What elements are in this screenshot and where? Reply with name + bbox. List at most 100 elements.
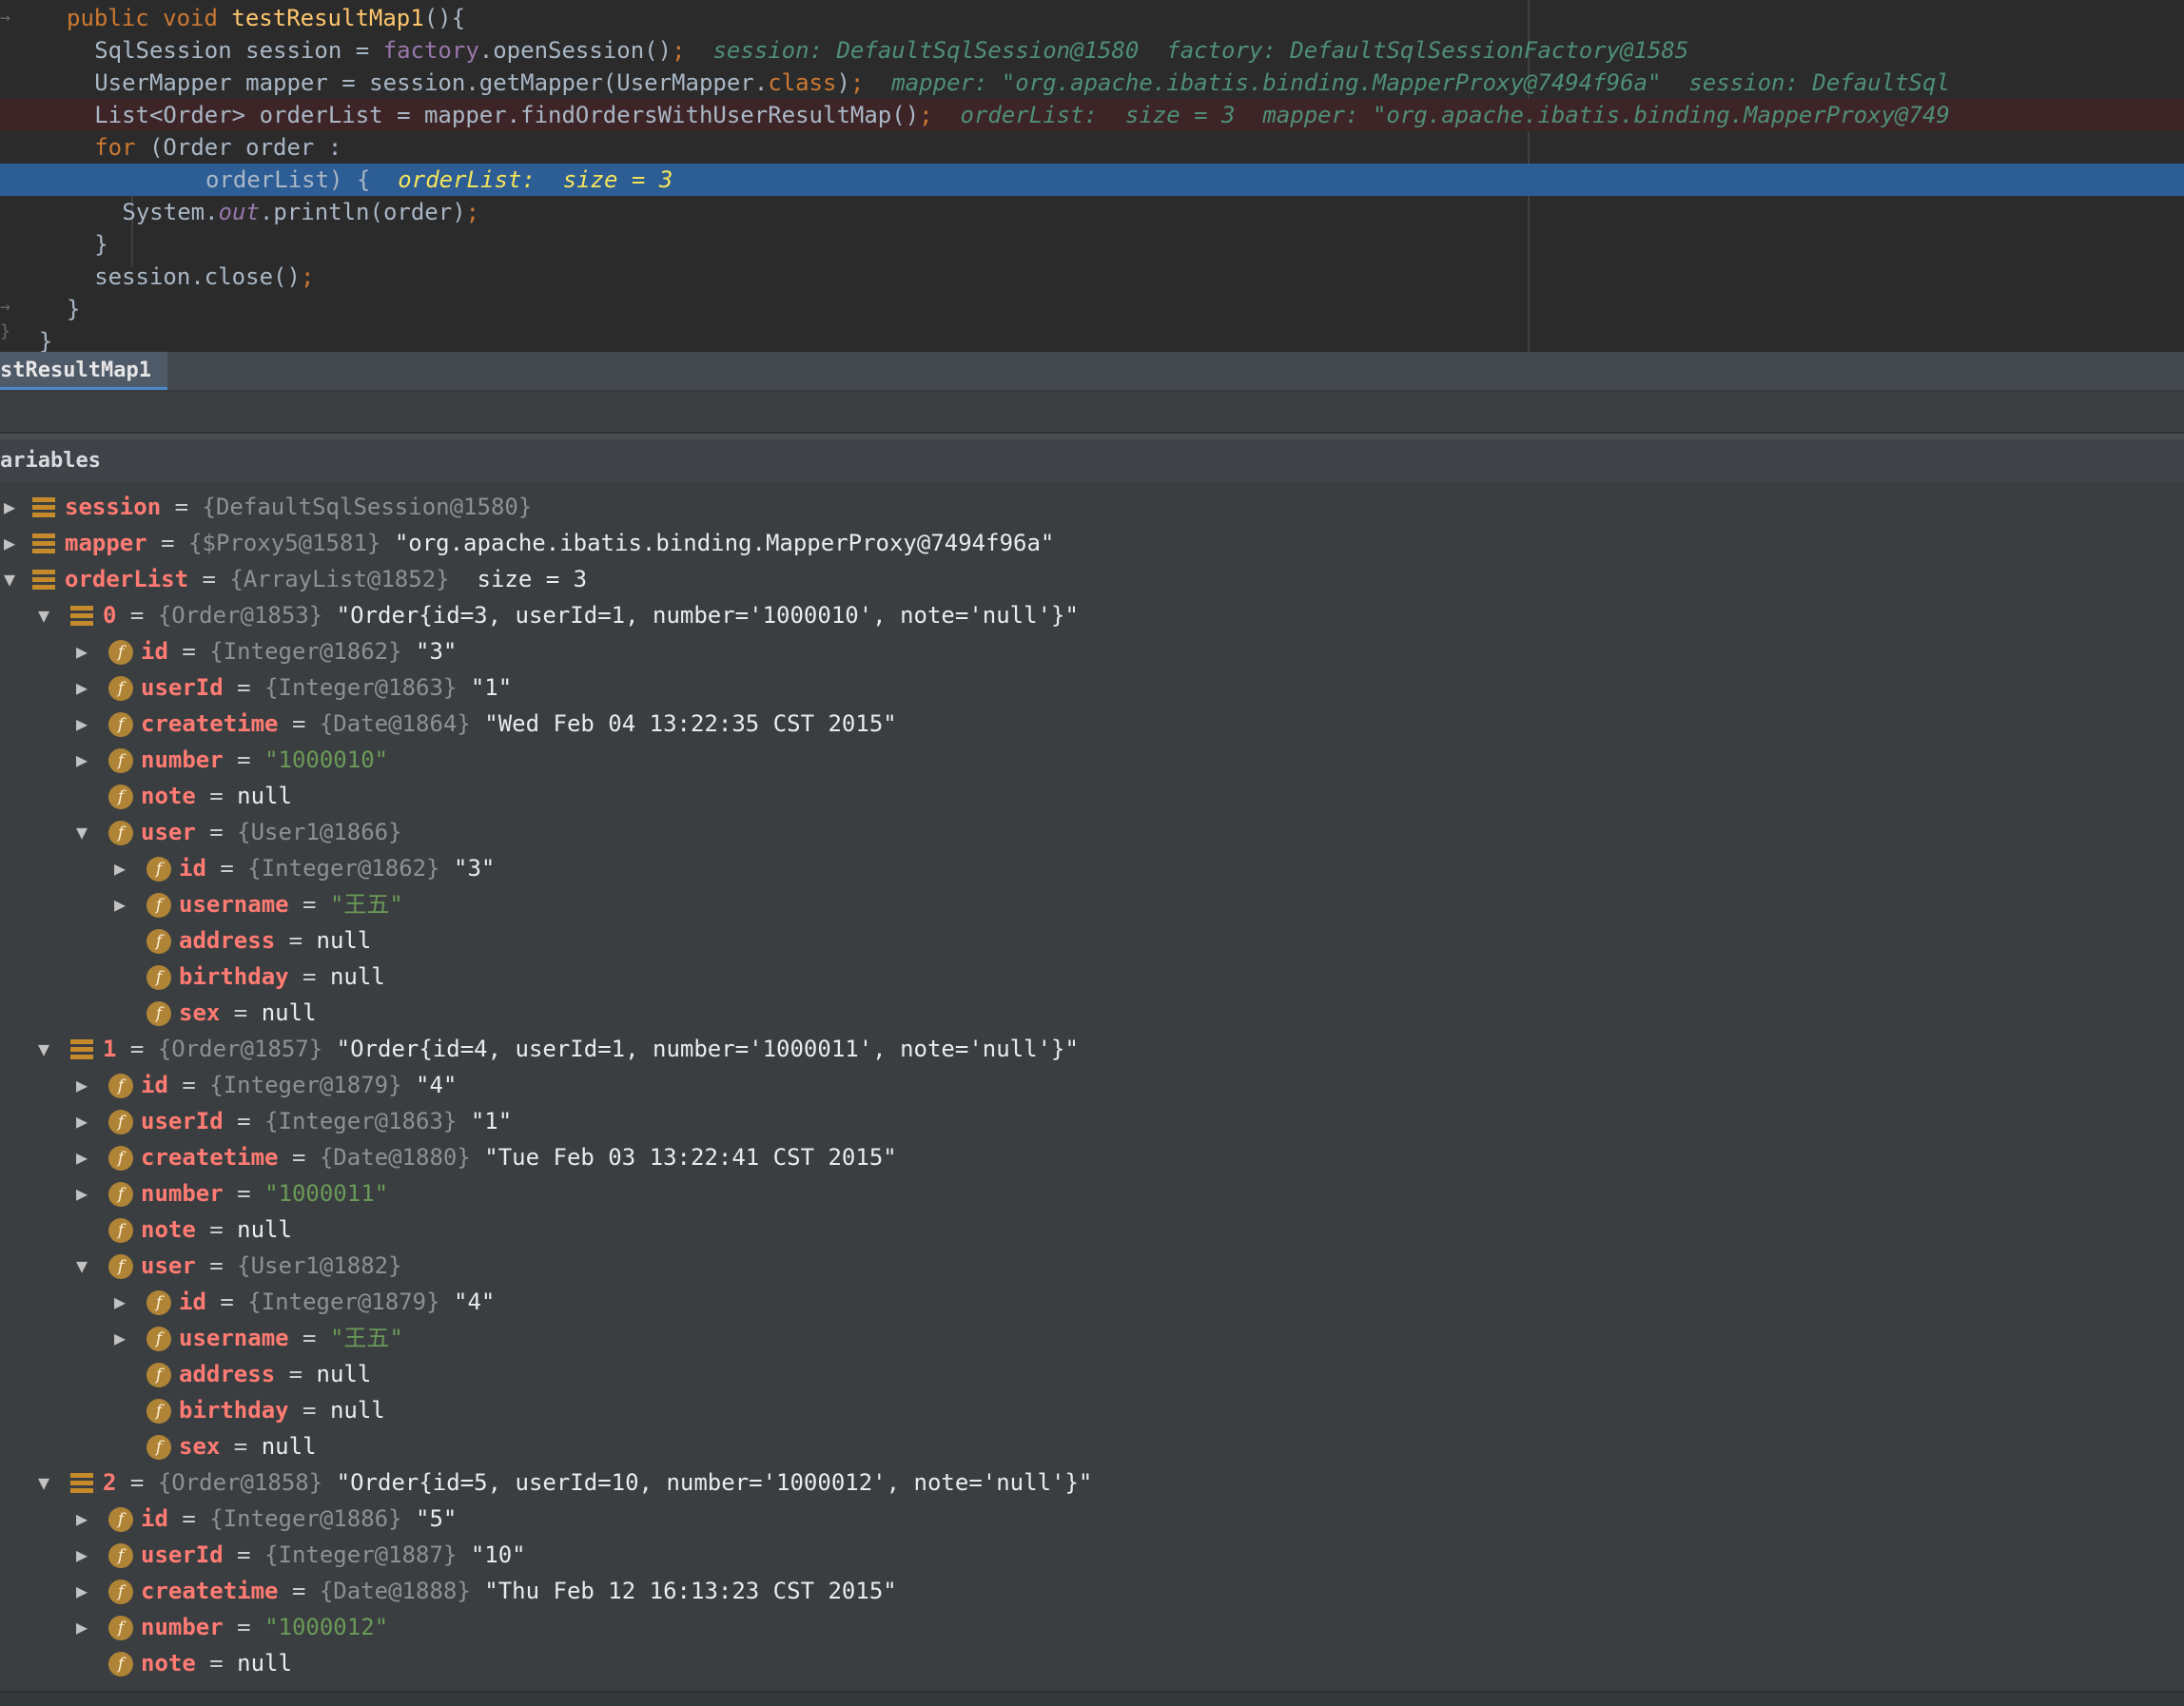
- tree-row[interactable]: ▼ orderList = {ArrayList@1852} size = 3: [0, 561, 2184, 597]
- expanded-arrow-icon[interactable]: ▼: [34, 597, 53, 633]
- collapsed-arrow-icon[interactable]: ▶: [110, 850, 129, 886]
- code-line[interactable]: List<Order> orderList = mapper.findOrder…: [0, 99, 2184, 131]
- collapsed-arrow-icon[interactable]: ▶: [72, 742, 91, 778]
- collapsed-arrow-icon[interactable]: ▶: [72, 1501, 91, 1537]
- tree-row[interactable]: ▶ f userId = {Integer@1863} "1": [0, 1103, 2184, 1139]
- collapsed-arrow-icon[interactable]: ▶: [72, 1175, 91, 1212]
- collapsed-arrow-icon[interactable]: ▶: [0, 525, 19, 561]
- tree-row[interactable]: ▶ session = {DefaultSqlSession@1580}: [0, 489, 2184, 525]
- tree-row[interactable]: ▶ f number = "1000011": [0, 1175, 2184, 1212]
- variable-type: {Order@1858}: [157, 1469, 337, 1496]
- tree-row[interactable]: ▶ f id = {Integer@1886} "5": [0, 1501, 2184, 1537]
- tree-row[interactable]: ▶ f id = {Integer@1862} "3": [0, 850, 2184, 886]
- code-editor[interactable]: public void testResultMap1(){SqlSession …: [0, 0, 2184, 352]
- collapsed-arrow-icon[interactable]: ▶: [72, 1573, 91, 1609]
- code-token: orderList: size = 3 mapper: "org.apache.…: [960, 102, 1950, 128]
- code-line[interactable]: }: [0, 293, 2184, 325]
- variable-value: "10": [470, 1541, 526, 1568]
- tree-row[interactable]: ▼ f user = {User1@1866}: [0, 814, 2184, 850]
- code-line[interactable]: orderList) { orderList: size = 3: [0, 164, 2184, 196]
- equals-sign: =: [167, 1505, 210, 1532]
- tree-row[interactable]: f note = null: [0, 1212, 2184, 1248]
- collapsed-arrow-icon[interactable]: ▶: [72, 1067, 91, 1103]
- tree-row[interactable]: f birthday = null: [0, 959, 2184, 995]
- equals-sign: =: [288, 1325, 330, 1351]
- collapsed-arrow-icon[interactable]: ▶: [72, 1537, 91, 1573]
- expanded-arrow-icon[interactable]: ▼: [0, 561, 19, 597]
- tree-row[interactable]: f note = null: [0, 778, 2184, 814]
- code-line[interactable]: for (Order order :: [0, 131, 2184, 164]
- tree-row[interactable]: ▼ 2 = {Order@1858} "Order{id=5, userId=10…: [0, 1464, 2184, 1501]
- collapsed-arrow-icon[interactable]: ▶: [72, 1609, 91, 1645]
- expanded-arrow-icon[interactable]: ▼: [34, 1464, 53, 1501]
- expanded-arrow-icon[interactable]: ▼: [72, 814, 91, 850]
- gutter-fold-marker[interactable]: →: [0, 297, 10, 317]
- tree-row[interactable]: ▶ f id = {Integer@1862} "3": [0, 633, 2184, 669]
- code-line[interactable]: session.close();: [0, 261, 2184, 293]
- gutter-fold-marker[interactable]: }: [0, 321, 10, 341]
- tree-row[interactable]: ▶ f username = "王五": [0, 1320, 2184, 1356]
- tree-row[interactable]: ▶ mapper = {$Proxy5@1581} "org.apache.iba…: [0, 525, 2184, 561]
- collapsed-arrow-icon[interactable]: ▶: [110, 1284, 129, 1320]
- variable-type: {DefaultSqlSession@1580}: [202, 494, 533, 520]
- code-line[interactable]: SqlSession session = factory.openSession…: [0, 34, 2184, 67]
- variable-type: {Integer@1863}: [264, 674, 471, 701]
- expanded-arrow-icon[interactable]: ▼: [72, 1248, 91, 1284]
- tree-row[interactable]: f note = null: [0, 1645, 2184, 1681]
- tab-test-result-map[interactable]: stResultMap1: [0, 352, 167, 390]
- field-icon: f: [146, 1290, 171, 1315]
- variables-tree[interactable]: ▶ session = {DefaultSqlSession@1580} ▶ mapp…: [0, 483, 2184, 1691]
- variable-value: "Order{id=4, userId=1, number='1000011',…: [336, 1036, 1079, 1062]
- collapsed-arrow-icon[interactable]: ▶: [110, 886, 129, 922]
- tree-row[interactable]: ▼ f user = {User1@1882}: [0, 1248, 2184, 1284]
- tree-row[interactable]: ▶ f username = "王五": [0, 886, 2184, 922]
- collapsed-arrow-icon[interactable]: ▶: [72, 669, 91, 706]
- variable-type: {User1@1866}: [237, 819, 402, 845]
- code-token: factory: [382, 37, 479, 64]
- tree-row[interactable]: f birthday = null: [0, 1392, 2184, 1428]
- collapsed-arrow-icon[interactable]: ▶: [72, 633, 91, 669]
- variable-text: note = null: [141, 778, 292, 814]
- tree-row[interactable]: ▶ f userId = {Integer@1887} "10": [0, 1537, 2184, 1573]
- field-icon: f: [146, 965, 171, 990]
- variable-value: "王五": [329, 1325, 403, 1351]
- expanded-arrow-icon[interactable]: ▼: [34, 1031, 53, 1067]
- tree-row[interactable]: ▶ f id = {Integer@1879} "4": [0, 1284, 2184, 1320]
- tree-row[interactable]: f sex = null: [0, 1428, 2184, 1464]
- equals-sign: =: [223, 1541, 265, 1568]
- variable-name: address: [179, 927, 276, 954]
- field-icon: f: [108, 1543, 133, 1568]
- tree-row[interactable]: ▶ f createtime = {Date@1888} "Thu Feb 12 1…: [0, 1573, 2184, 1609]
- code-token: System.: [122, 199, 219, 225]
- collapsed-arrow-icon[interactable]: ▶: [72, 1103, 91, 1139]
- code-line[interactable]: public void testResultMap1(){: [0, 2, 2184, 34]
- collapsed-arrow-icon[interactable]: ▶: [72, 706, 91, 742]
- tree-row[interactable]: f sex = null: [0, 995, 2184, 1031]
- gutter-fold-marker[interactable]: →: [0, 8, 10, 28]
- tree-row[interactable]: ▶ f userId = {Integer@1863} "1": [0, 669, 2184, 706]
- collapsed-arrow-icon[interactable]: ▶: [0, 489, 19, 525]
- variable-name: username: [179, 1325, 289, 1351]
- variable-value: null: [237, 783, 292, 809]
- tree-row[interactable]: ▼ 1 = {Order@1857} "Order{id=4, userId=1,…: [0, 1031, 2184, 1067]
- tree-row[interactable]: ▶ f id = {Integer@1879} "4": [0, 1067, 2184, 1103]
- code-text: }: [94, 228, 107, 261]
- collapsed-arrow-icon[interactable]: ▶: [110, 1320, 129, 1356]
- tree-row[interactable]: ▶ f number = "1000012": [0, 1609, 2184, 1645]
- tree-row[interactable]: ▶ f number = "1000010": [0, 742, 2184, 778]
- code-line[interactable]: }: [0, 325, 2184, 352]
- tree-row[interactable]: f address = null: [0, 1356, 2184, 1392]
- code-text: public void testResultMap1(){: [67, 2, 465, 34]
- variable-value: size = 3: [463, 566, 588, 592]
- tree-row[interactable]: ▶ f createtime = {Date@1880} "Tue Feb 03 1…: [0, 1139, 2184, 1175]
- code-line[interactable]: UserMapper mapper = session.getMapper(Us…: [0, 67, 2184, 99]
- code-line[interactable]: }: [0, 228, 2184, 261]
- object-icon: [32, 570, 55, 591]
- tree-row[interactable]: f address = null: [0, 922, 2184, 959]
- variable-text: userId = {Integer@1887} "10": [141, 1537, 526, 1573]
- code-line[interactable]: System.out.println(order);: [0, 196, 2184, 228]
- collapsed-arrow-icon[interactable]: ▶: [72, 1139, 91, 1175]
- tree-row[interactable]: ▼ 0 = {Order@1853} "Order{id=3, userId=1,…: [0, 597, 2184, 633]
- field-icon: f: [146, 857, 171, 882]
- tree-row[interactable]: ▶ f createtime = {Date@1864} "Wed Feb 04 1…: [0, 706, 2184, 742]
